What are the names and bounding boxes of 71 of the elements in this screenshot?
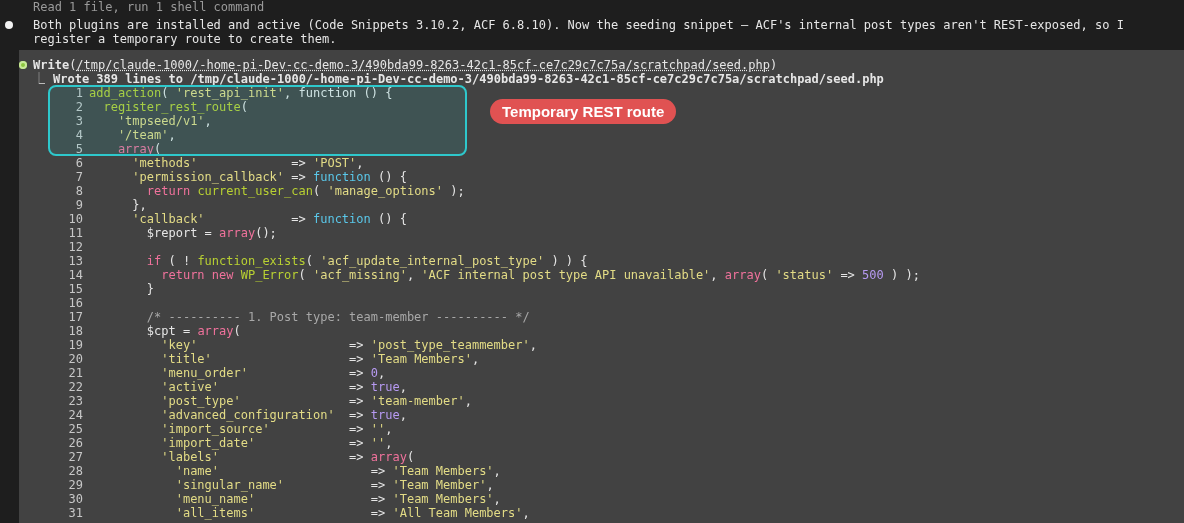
code-line: 'methods' => 'POST', [131, 156, 364, 170]
code-line: 'advanced_configuration' => true, [160, 408, 407, 422]
code-line: 'menu_order' => 0, [160, 366, 386, 380]
status-dot-icon [19, 61, 27, 69]
assistant-message: Both plugins are installed and active (Code Snippets 3.10.2, ACF 6.8.10). Now the seeding snippet — ACF's internal post types aren't REST-exposed, so I register a temporary route to create them. [33, 18, 1124, 46]
code-line: if ( ! function_exists( 'acf_update_internal_post_type' ) ) { [145, 254, 588, 268]
line-number: 19 [67, 338, 83, 352]
file-path: /tmp/claude-1000/-home-pi-Dev-cc-demo-3/490bda99-8263-42c1-85cf-ce7c29c7c75a/scratchpad/seed.php [76, 58, 770, 72]
code-line: 'menu_name' => 'Team Members', [174, 492, 501, 506]
bullet-icon [5, 21, 13, 29]
line-number: 9 [74, 198, 83, 212]
code-line: /* ---------- 1. Post type: team-member ---------- */ [145, 310, 530, 324]
line-number: 5 [74, 142, 83, 156]
code-line: register_rest_route( [102, 100, 248, 114]
line-number: 22 [67, 380, 83, 394]
line-number: 17 [67, 310, 83, 324]
line-number: 21 [67, 366, 83, 380]
line-number: 10 [67, 212, 83, 226]
line-number: 2 [74, 100, 83, 114]
line-number: 28 [67, 464, 83, 478]
code-line: 'key' => 'post_type_teammember', [160, 338, 537, 352]
line-number: 29 [67, 478, 83, 492]
code-line: 'import_source' => '', [160, 422, 393, 436]
close-paren: ) [769, 58, 778, 72]
code-line: 'post_type' => 'team-member', [160, 394, 472, 408]
code-line: return current_user_can( 'manage_options' ); [145, 184, 465, 198]
code-line: 'tmpseed/v1', [116, 114, 212, 128]
code-line: return new WP_Error( 'acf_missing', 'ACF internal post type API unavailable', array( 'status' => 500 ) ); [160, 268, 920, 282]
line-number: 27 [67, 450, 83, 464]
code-line: $cpt = array( [145, 324, 241, 338]
line-number: 8 [74, 184, 83, 198]
annotation-label: Temporary REST route [490, 99, 677, 124]
open-paren: ( [69, 58, 77, 72]
line-number: 24 [67, 408, 83, 422]
result-connector: ⎿ [33, 72, 45, 86]
code-line: 'callback' => function () { [131, 212, 407, 226]
code-line: 'singular_name' => 'Team Member', [174, 478, 494, 492]
code-line: '/team', [116, 128, 176, 142]
code-line: 'import_date' => '', [160, 436, 393, 450]
line-number: 11 [67, 226, 83, 240]
line-number: 31 [67, 506, 83, 520]
line-number: 23 [67, 394, 83, 408]
code-line: $report = array(); [145, 226, 277, 240]
tool-name: Write [33, 58, 70, 72]
line-number: 25 [67, 422, 83, 436]
code-line: 'all_items' => 'All Team Members', [174, 506, 530, 520]
line-number: 26 [67, 436, 83, 450]
line-number: 14 [67, 268, 83, 282]
summary-text: Read 1 file, run 1 shell command [32, 0, 266, 14]
code-line: } [145, 282, 155, 296]
line-number: 12 [67, 240, 83, 254]
line-number: 3 [74, 114, 83, 128]
line-number: 13 [67, 254, 83, 268]
code-line: add_action( 'rest_api_init', function () { [88, 86, 393, 100]
code-line: 'name' => 'Team Members', [174, 464, 501, 478]
line-number: 7 [74, 170, 83, 184]
line-number: 16 [67, 296, 83, 310]
line-number: 15 [67, 282, 83, 296]
code-line: 'title' => 'Team Members', [160, 352, 480, 366]
code-line: array( [116, 142, 162, 156]
line-number: 30 [67, 492, 83, 506]
result-text: Wrote 389 lines to /tmp/claude-1000/-home-pi-Dev-cc-demo-3/490bda99-8263-42c1-85cf-ce7c29c7c75a/scratchpad/seed.php [53, 72, 884, 86]
code-line: 'permission_callback' => function () { [131, 170, 407, 184]
code-line: 'active' => true, [160, 380, 407, 394]
line-number: 20 [67, 352, 83, 366]
line-number: 4 [74, 128, 83, 142]
code-line: 'labels' => array( [160, 450, 415, 464]
line-number: 1 [74, 86, 83, 100]
line-number: 6 [74, 156, 83, 170]
line-number: 18 [67, 324, 83, 338]
code-line: }, [131, 198, 147, 212]
